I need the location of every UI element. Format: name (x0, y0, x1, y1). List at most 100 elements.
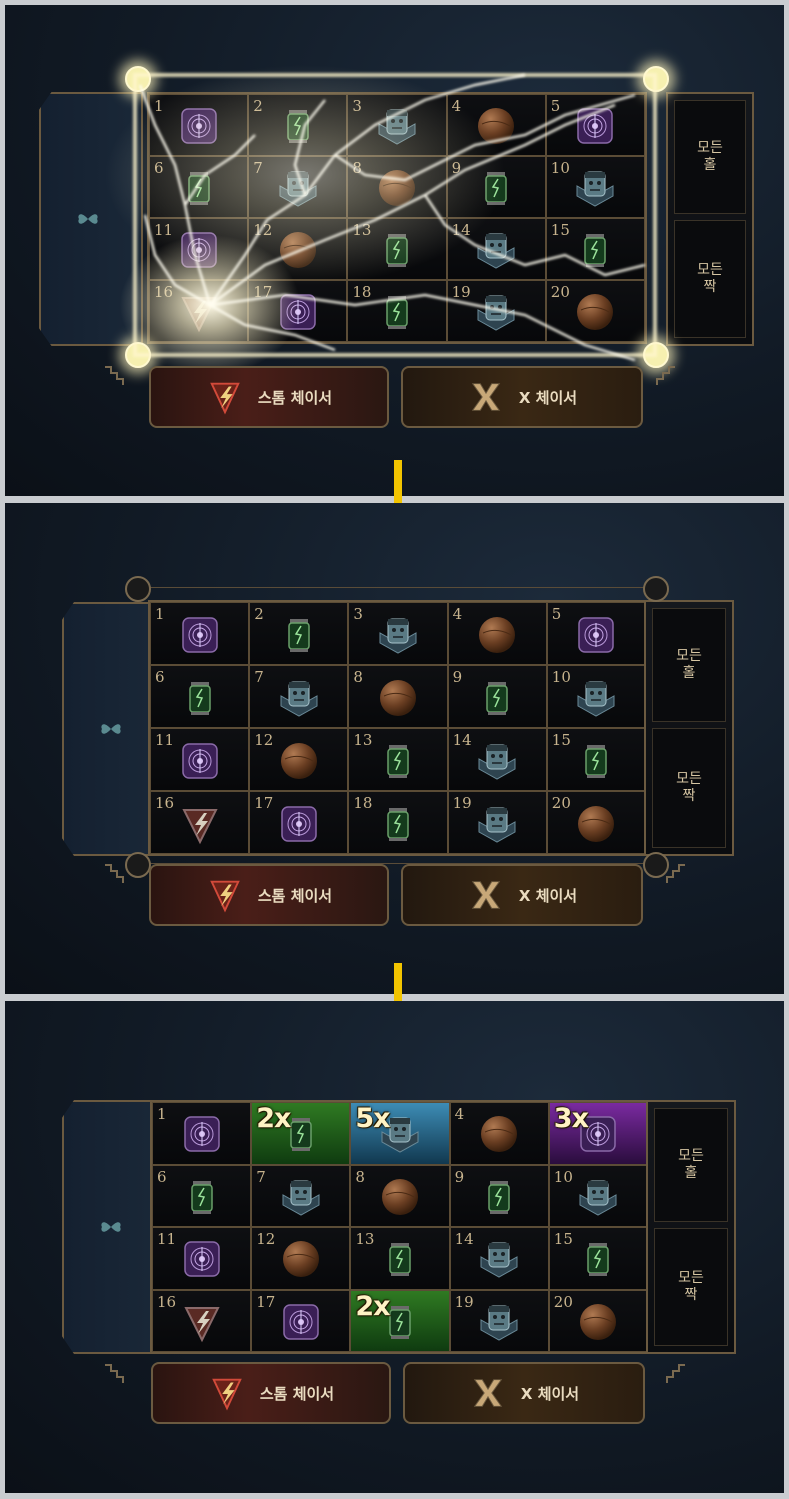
all-even-bet[interactable]: 모든 짝 (654, 1228, 728, 1346)
cell-number: 16 (155, 794, 175, 812)
grid-cell[interactable]: 9 (447, 665, 547, 728)
grid-cell[interactable]: 7 (248, 156, 348, 218)
grid-cell[interactable]: 5x (350, 1102, 450, 1165)
grid-cell[interactable]: 1 (152, 1102, 252, 1165)
grid-cell[interactable]: 4 (449, 1102, 549, 1165)
grid-cell[interactable]: 1 (150, 602, 250, 665)
grid-cell[interactable]: 15 (545, 218, 645, 280)
grid-cell[interactable]: 12 (251, 1227, 351, 1290)
all-odd-bet[interactable]: 모든 홀 (652, 608, 726, 722)
grid-cell[interactable]: 19 (446, 280, 546, 342)
grid-cell[interactable]: 16 (150, 791, 250, 854)
grid-cell[interactable]: 17 (248, 280, 348, 342)
grid-cell[interactable]: 16 (152, 1289, 252, 1352)
grid-cell[interactable]: 2 (249, 602, 349, 665)
grid-cell[interactable]: 7 (249, 665, 349, 728)
cell-number: 12 (254, 731, 274, 749)
grid-cell[interactable]: 15 (546, 728, 646, 791)
grid-cell[interactable]: 11 (152, 1227, 252, 1290)
grid-cell[interactable]: 5 (545, 94, 645, 156)
grid-cell[interactable]: 6 (152, 1164, 252, 1227)
grid-cell[interactable]: 19 (449, 1289, 549, 1352)
grid-cell[interactable]: 13 (347, 218, 447, 280)
cell-number: 16 (157, 1292, 177, 1311)
left-bet-cap[interactable] (62, 602, 162, 856)
grid-cell[interactable]: 18 (347, 280, 447, 342)
grid-cell[interactable]: 8 (348, 665, 448, 728)
grid-cell[interactable]: 14 (447, 728, 547, 791)
bronze-ball-icon (573, 290, 617, 334)
storm-chaser-button[interactable]: 스톰 체이서 (151, 1362, 391, 1424)
cell-number: 15 (553, 1230, 573, 1248)
purple-orb-icon (573, 104, 617, 148)
left-bet-cap[interactable] (39, 92, 143, 346)
grid-cell[interactable]: 10 (546, 665, 646, 728)
grid-cell[interactable]: 6 (150, 665, 250, 728)
monster-head-icon (474, 290, 518, 334)
bronze-ball-icon (276, 228, 320, 272)
grid-cell[interactable]: 8 (347, 156, 447, 218)
grid-cell[interactable]: 14 (449, 1227, 549, 1290)
grid-cell[interactable]: 13 (350, 1227, 450, 1290)
grid-cell[interactable]: 18 (348, 791, 448, 854)
grid-cell[interactable]: 3x (548, 1102, 648, 1165)
grid-cell[interactable]: 3 (347, 94, 447, 156)
monster-head-icon (477, 1300, 521, 1344)
grid-cell[interactable]: 19 (447, 791, 547, 854)
left-bet-cap[interactable] (62, 1100, 162, 1354)
cell-number: 10 (550, 159, 570, 177)
bronze-ball-icon (279, 1237, 323, 1281)
grid-cell[interactable]: 9 (449, 1164, 549, 1227)
green-jar-icon (378, 1237, 422, 1281)
betting-grid: 1 2 3 4 5 6 7 8 9 10 11 12 13 14 15 16 17 18 19 20 (148, 600, 648, 856)
grid-cell[interactable]: 1 (149, 94, 249, 156)
cell-number: 17 (254, 794, 274, 812)
grid-cell[interactable]: 11 (149, 218, 249, 280)
x-chaser-button[interactable]: X 체이서 (401, 864, 643, 926)
frame-node (125, 66, 151, 92)
grid-cell[interactable]: 2x (350, 1289, 450, 1352)
grid-cell[interactable]: 17 (249, 791, 349, 854)
monster-head-icon (276, 166, 320, 210)
grid-cell[interactable]: 15 (548, 1227, 648, 1290)
leaf-icon (101, 724, 121, 734)
grid-cell[interactable]: 7 (251, 1164, 351, 1227)
grid-cell[interactable]: 17 (251, 1289, 351, 1352)
grid-cell[interactable]: 2x (251, 1102, 351, 1165)
cell-number: 15 (550, 221, 570, 239)
cell-number: 14 (452, 731, 472, 749)
grid-cell[interactable]: 6 (149, 156, 249, 218)
grid-cell[interactable]: 12 (248, 218, 348, 280)
grid-cell[interactable]: 20 (545, 280, 645, 342)
grid-cell[interactable]: 14 (446, 218, 546, 280)
grid-cell[interactable]: 12 (249, 728, 349, 791)
all-even-bet[interactable]: 모든 짝 (674, 220, 746, 338)
grid-cell[interactable]: 10 (545, 156, 645, 218)
all-even-bet[interactable]: 모든 짝 (652, 728, 726, 848)
grid-cell[interactable]: 20 (548, 1289, 648, 1352)
storm-chaser-button[interactable]: 스톰 체이서 (149, 864, 389, 926)
monster-head-icon (573, 166, 617, 210)
all-odd-bet[interactable]: 모든 홀 (674, 100, 746, 214)
x-chaser-button[interactable]: X 체이서 (403, 1362, 645, 1424)
multiplier-badge: 2x (256, 1103, 291, 1134)
panel-multiplier-board: 1 2x 5x 4 3x 6 7 8 9 10 11 12 13 14 15 16 17 2x 19 20 모든 홀 모… (5, 1001, 784, 1493)
grid-cell[interactable]: 5 (546, 602, 646, 665)
grid-cell[interactable]: 11 (150, 728, 250, 791)
x-chaser-button[interactable]: X 체이서 (401, 366, 643, 428)
grid-cell[interactable]: 10 (548, 1164, 648, 1227)
grid-cell[interactable]: 4 (447, 602, 547, 665)
grid-cell[interactable]: 9 (446, 156, 546, 218)
grid-cell[interactable]: 20 (546, 791, 646, 854)
all-odd-bet[interactable]: 모든 홀 (654, 1108, 728, 1222)
grid-cell[interactable]: 4 (446, 94, 546, 156)
grid-cell[interactable]: 13 (348, 728, 448, 791)
bronze-ball-icon (475, 613, 519, 657)
grid-cell[interactable]: 16 (149, 280, 249, 342)
storm-chaser-button[interactable]: 스톰 체이서 (149, 366, 389, 428)
grid-cell[interactable]: 3 (348, 602, 448, 665)
frame-node (125, 576, 151, 602)
grid-cell[interactable]: 8 (350, 1164, 450, 1227)
multiplier-badge: 2x (355, 1290, 390, 1322)
grid-cell[interactable]: 2 (248, 94, 348, 156)
